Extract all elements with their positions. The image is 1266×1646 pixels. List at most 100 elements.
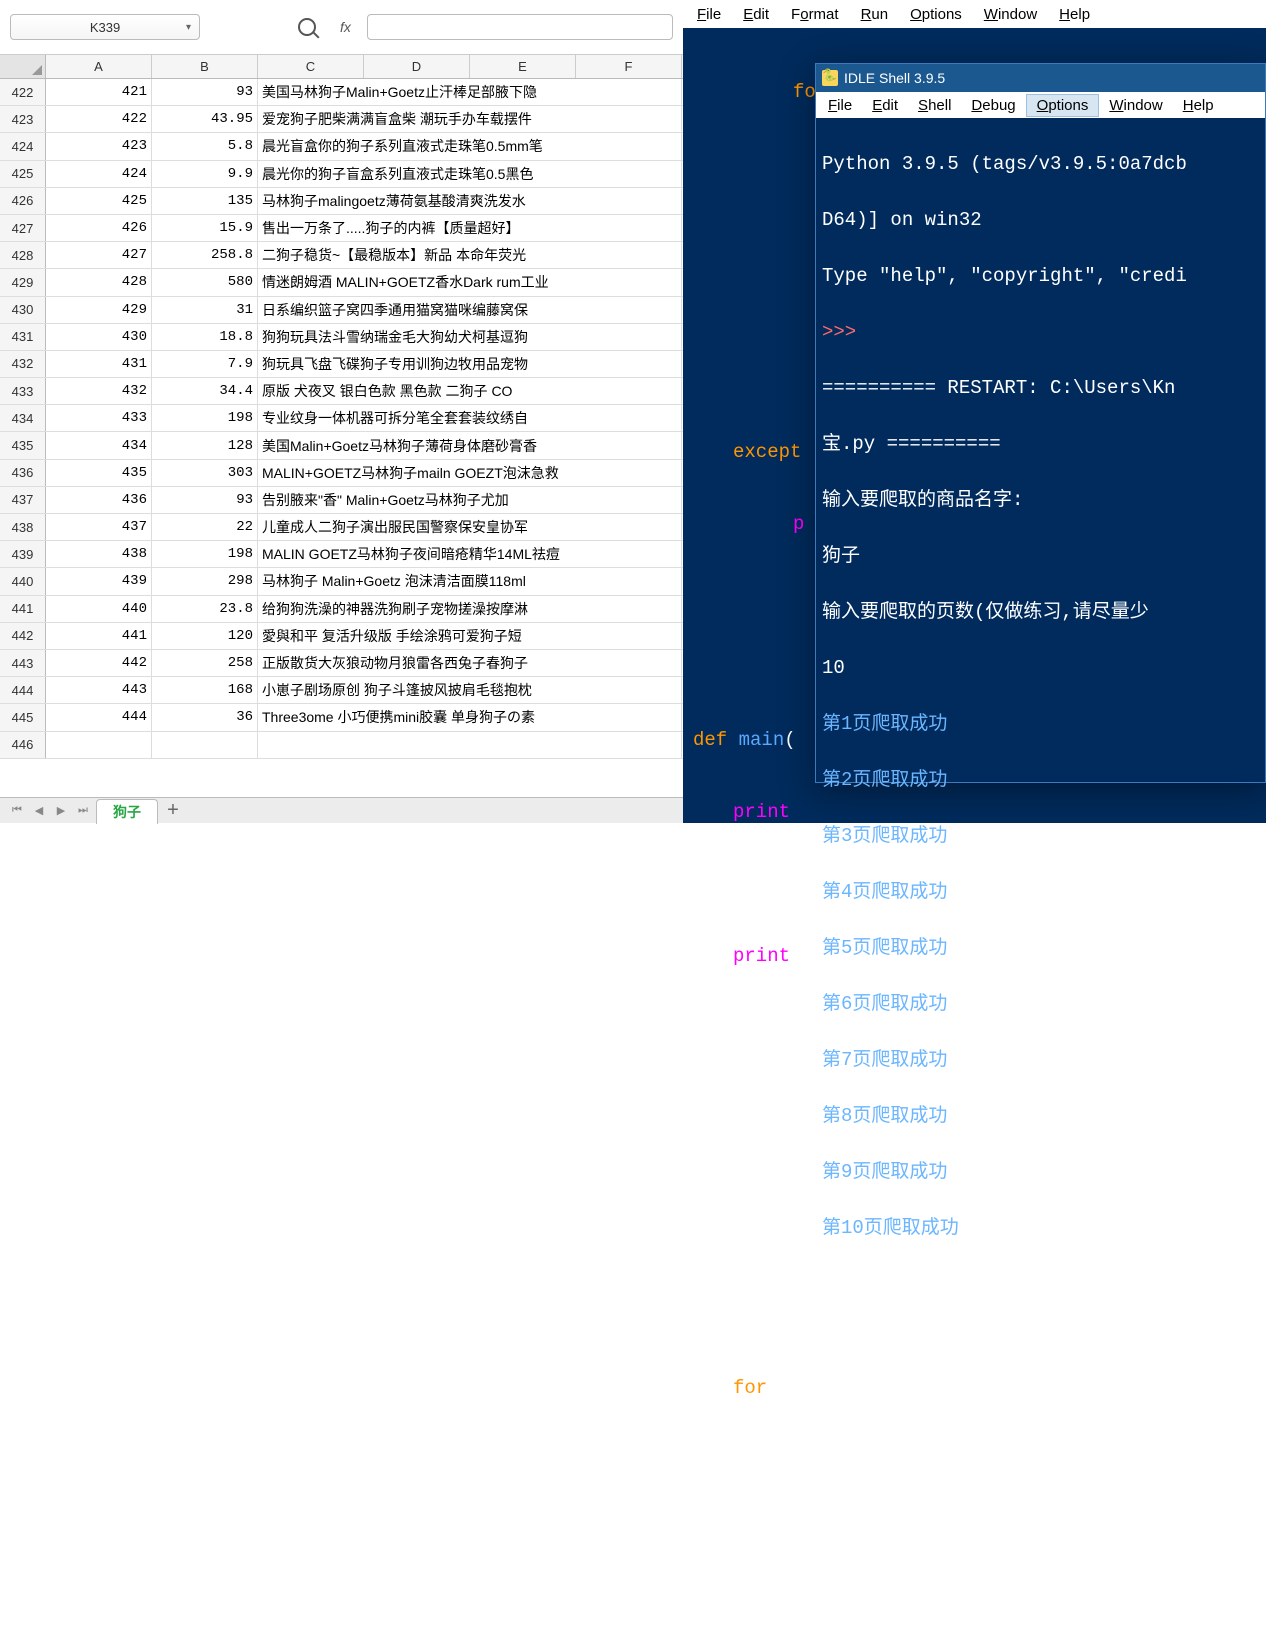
menu-format[interactable]: Format — [781, 4, 849, 25]
cell[interactable]: 情迷朗姆酒 MALIN+GOETZ香水Dark rum工业 — [258, 269, 682, 295]
cell[interactable]: 31 — [152, 297, 258, 323]
shell-menu-edit[interactable]: Edit — [862, 95, 908, 116]
tab-scroll-last-icon[interactable]: ⏭ — [74, 802, 92, 820]
cell[interactable]: 93 — [152, 487, 258, 513]
row-header[interactable]: 444 — [0, 677, 46, 703]
menu-options[interactable]: Options — [900, 4, 972, 25]
add-sheet-button[interactable]: + — [162, 800, 184, 822]
col-header-f[interactable]: F — [576, 55, 682, 78]
cell[interactable]: 售出一万条了.....狗子的内裤【质量超好】 — [258, 215, 682, 241]
cell[interactable]: 23.8 — [152, 596, 258, 622]
cell[interactable]: 440 — [46, 596, 152, 622]
shell-menu-shell[interactable]: Shell — [908, 95, 961, 116]
cell[interactable]: 428 — [46, 269, 152, 295]
cell[interactable]: 爱宠狗子肥柴满满盲盒柴 潮玩手办车载摆件 — [258, 106, 682, 132]
cell[interactable]: 431 — [46, 351, 152, 377]
menu-window[interactable]: Window — [974, 4, 1047, 25]
cell[interactable]: 436 — [46, 487, 152, 513]
cell[interactable]: 303 — [152, 460, 258, 486]
cell[interactable]: 433 — [46, 405, 152, 431]
col-header-a[interactable]: A — [46, 55, 152, 78]
cell[interactable]: 狗狗玩具法斗雪纳瑞金毛大狗幼犬柯基逗狗 — [258, 324, 682, 350]
idle-shell-window[interactable]: IDLE Shell 3.9.5 File Edit Shell Debug O… — [815, 63, 1266, 783]
cell[interactable]: 444 — [46, 704, 152, 730]
cell[interactable]: 晨光你的狗子盲盒系列直液式走珠笔0.5黑色 — [258, 161, 682, 187]
cell[interactable]: 小崽子剧场原创 狗子斗篷披风披肩毛毯抱枕 — [258, 677, 682, 703]
tab-scroll-first-icon[interactable]: ⏮ — [8, 802, 26, 820]
cell[interactable]: 美国Malin+Goetz马林狗子薄荷身体磨砂膏香 — [258, 432, 682, 458]
row-header[interactable]: 426 — [0, 188, 46, 214]
menu-run[interactable]: Run — [851, 4, 899, 25]
shell-menu-options[interactable]: Options — [1026, 94, 1100, 117]
cell[interactable]: 晨光盲盒你的狗子系列直液式走珠笔0.5mm笔 — [258, 133, 682, 159]
cell[interactable]: 135 — [152, 188, 258, 214]
menu-help[interactable]: Help — [1049, 4, 1100, 25]
row-header[interactable]: 423 — [0, 106, 46, 132]
row-header[interactable]: 430 — [0, 297, 46, 323]
col-header-c[interactable]: C — [258, 55, 364, 78]
shell-menu-help[interactable]: Help — [1173, 95, 1224, 116]
cell[interactable]: 儿童成人二狗子演出服民国警察保安皇协军 — [258, 514, 682, 540]
row-header[interactable]: 427 — [0, 215, 46, 241]
cell[interactable]: 5.8 — [152, 133, 258, 159]
cell[interactable]: 120 — [152, 623, 258, 649]
row-header[interactable]: 422 — [0, 79, 46, 105]
row-header[interactable]: 424 — [0, 133, 46, 159]
cell[interactable]: 36 — [152, 704, 258, 730]
cell[interactable]: 423 — [46, 133, 152, 159]
cell[interactable]: 298 — [152, 568, 258, 594]
shell-output-area[interactable]: Python 3.9.5 (tags/v3.9.5:0a7dcb D64)] o… — [816, 118, 1265, 1358]
menu-edit[interactable]: Edit — [733, 4, 779, 25]
cell[interactable]: 438 — [46, 541, 152, 567]
row-header[interactable]: 440 — [0, 568, 46, 594]
row-header[interactable]: 439 — [0, 541, 46, 567]
select-all-corner[interactable] — [0, 55, 46, 78]
cell[interactable]: 422 — [46, 106, 152, 132]
cell[interactable]: 狗玩具飞盘飞碟狗子专用训狗边牧用品宠物 — [258, 351, 682, 377]
row-header[interactable]: 443 — [0, 650, 46, 676]
tab-scroll-prev-icon[interactable]: ◀ — [30, 802, 48, 820]
cell[interactable]: 430 — [46, 324, 152, 350]
cell[interactable] — [258, 732, 682, 758]
row-header[interactable]: 437 — [0, 487, 46, 513]
cell[interactable]: 原版 犬夜叉 银白色款 黑色款 二狗子 CO — [258, 378, 682, 404]
cell[interactable]: 128 — [152, 432, 258, 458]
cell[interactable]: 441 — [46, 623, 152, 649]
formula-bar[interactable] — [367, 14, 673, 40]
cell[interactable]: Three3ome 小巧便携mini胶囊 单身狗子の素 — [258, 704, 682, 730]
name-box[interactable]: K339 — [10, 14, 200, 40]
col-header-d[interactable]: D — [364, 55, 470, 78]
cell[interactable]: 给狗狗洗澡的神器洗狗刷子宠物搓澡按摩淋 — [258, 596, 682, 622]
cell[interactable]: 7.9 — [152, 351, 258, 377]
tab-scroll-next-icon[interactable]: ▶ — [52, 802, 70, 820]
row-header[interactable]: 434 — [0, 405, 46, 431]
spreadsheet-grid[interactable]: A B C D E F 42242193美国马林狗子Malin+Goetz止汗棒… — [0, 55, 683, 797]
row-header[interactable]: 438 — [0, 514, 46, 540]
cell[interactable]: 93 — [152, 79, 258, 105]
cell[interactable]: 443 — [46, 677, 152, 703]
row-header[interactable]: 429 — [0, 269, 46, 295]
cell[interactable]: 43.95 — [152, 106, 258, 132]
cell[interactable]: 专业纹身一体机器可拆分笔全套套装纹绣自 — [258, 405, 682, 431]
row-header[interactable]: 428 — [0, 242, 46, 268]
cell[interactable] — [152, 732, 258, 758]
row-header[interactable]: 433 — [0, 378, 46, 404]
cell[interactable]: 424 — [46, 161, 152, 187]
cell[interactable]: 442 — [46, 650, 152, 676]
cell[interactable]: 437 — [46, 514, 152, 540]
cell[interactable]: 432 — [46, 378, 152, 404]
cell[interactable]: 434 — [46, 432, 152, 458]
cell[interactable]: 426 — [46, 215, 152, 241]
cell[interactable]: MALIN+GOETZ马林狗子mailn GOEZT泡沫急救 — [258, 460, 682, 486]
row-header[interactable]: 432 — [0, 351, 46, 377]
zoom-icon[interactable] — [298, 18, 316, 36]
cell[interactable]: 马林狗子malingoetz薄荷氨基酸清爽洗发水 — [258, 188, 682, 214]
shell-menu-window[interactable]: Window — [1099, 95, 1172, 116]
cell[interactable] — [46, 732, 152, 758]
row-header[interactable]: 425 — [0, 161, 46, 187]
cell[interactable]: 435 — [46, 460, 152, 486]
cell[interactable]: 258 — [152, 650, 258, 676]
row-header[interactable]: 442 — [0, 623, 46, 649]
row-header[interactable]: 446 — [0, 732, 46, 758]
cell[interactable]: 日系编织篮子窝四季通用猫窝猫咪编藤窝保 — [258, 297, 682, 323]
